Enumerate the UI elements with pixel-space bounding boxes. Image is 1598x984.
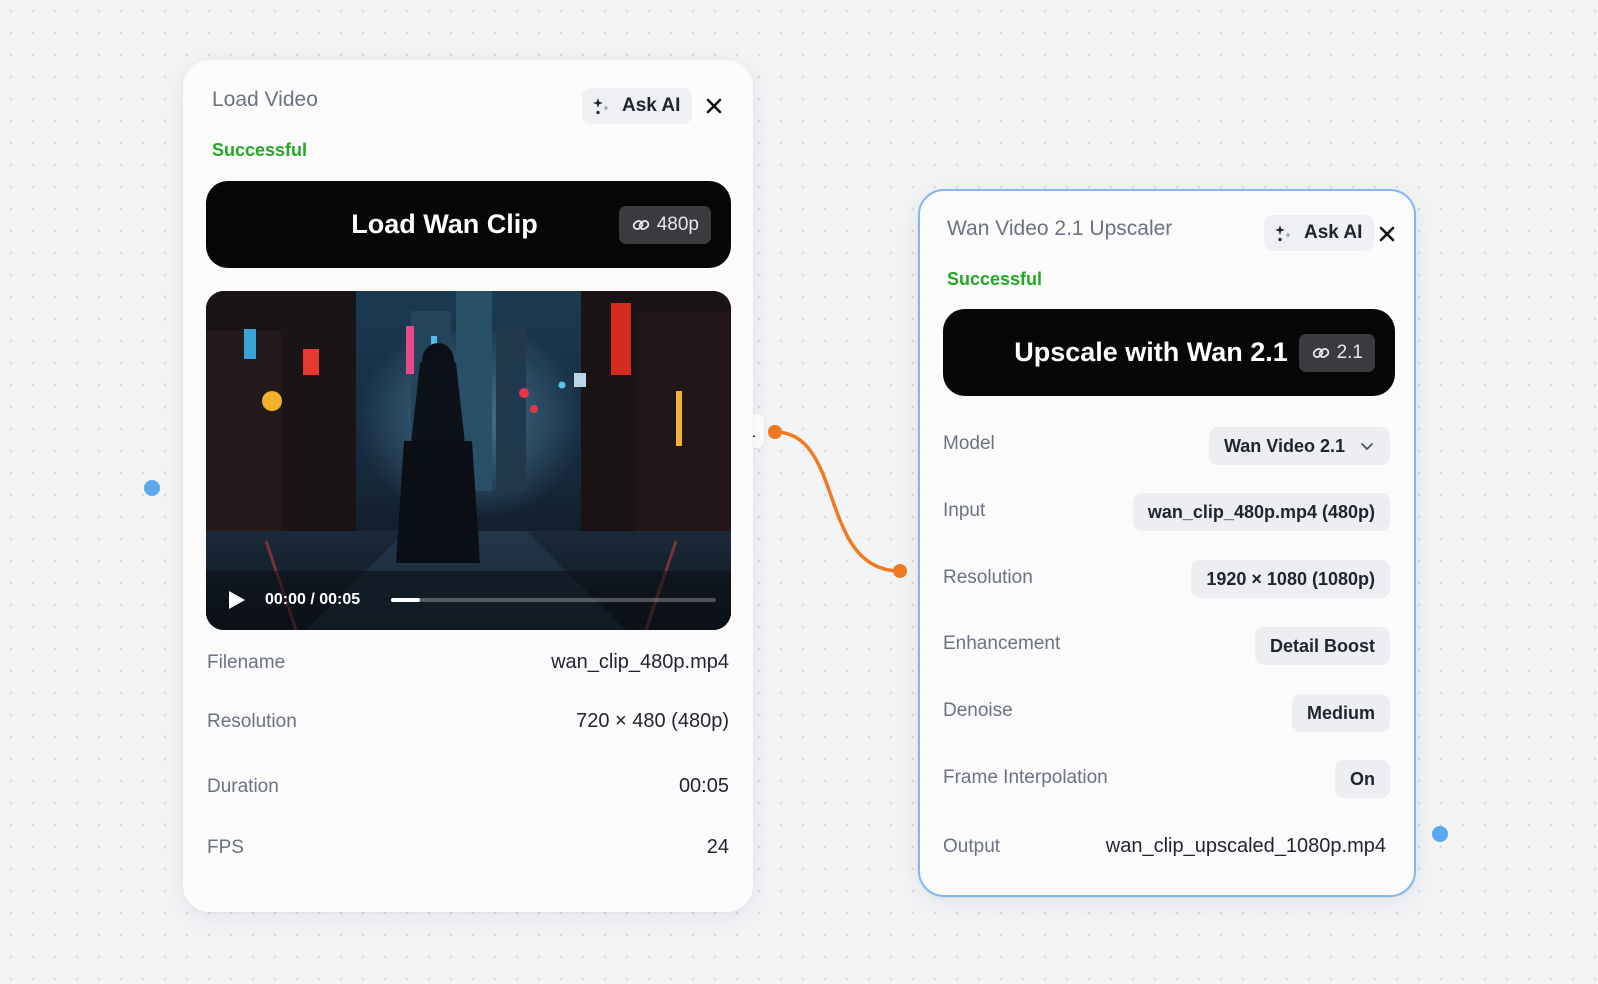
- frame-interpolation-label: Frame Interpolation: [943, 767, 1108, 788]
- link-icon: [632, 220, 649, 230]
- close-icon[interactable]: [703, 95, 725, 117]
- load-video-node[interactable]: Load Video Ask AI Successful Load Wan Cl…: [183, 60, 753, 912]
- resolution-chip: 480p: [618, 206, 711, 244]
- ask-ai-button[interactable]: Ask AI: [582, 88, 693, 124]
- load-wan-clip-button[interactable]: Load Wan Clip 480p: [206, 181, 731, 268]
- duration-value: 00:05: [678, 775, 729, 797]
- enhancement-label: Enhancement: [943, 633, 1061, 654]
- duration-label: Duration: [207, 776, 279, 797]
- input-label: Input: [943, 500, 986, 521]
- frame-interpolation-field[interactable]: On: [1335, 760, 1390, 798]
- denoise-label: Denoise: [943, 700, 1013, 721]
- status-label: Successful: [212, 140, 308, 160]
- close-icon[interactable]: [1376, 223, 1398, 245]
- load-node-input-port[interactable]: [144, 480, 160, 496]
- video-frame-street-scene: [206, 291, 731, 630]
- fps-label: FPS: [207, 837, 244, 858]
- link-icon: [1312, 348, 1329, 358]
- fps-value: 24: [706, 836, 729, 858]
- node-title: Load Video: [212, 88, 318, 111]
- ask-ai-label: Ask AI: [622, 95, 681, 116]
- action-label: Upscale with Wan 2.1: [1014, 337, 1288, 367]
- sparkle-icon: [593, 98, 609, 115]
- resolution-label: Resolution: [207, 711, 297, 732]
- play-icon[interactable]: [224, 588, 248, 612]
- chevron-down-icon: [1361, 443, 1373, 451]
- resolution-value: 720 × 480 (480p): [576, 710, 729, 732]
- progress-fill: [391, 598, 421, 602]
- action-label: Load Wan Clip: [351, 209, 538, 239]
- filename-value: wan_clip_480p.mp4: [551, 651, 729, 673]
- sparkle-icon: [1275, 225, 1291, 242]
- model-select[interactable]: Wan Video 2.1: [1208, 427, 1390, 465]
- output-label: Output: [943, 836, 1001, 857]
- upscale-button[interactable]: Upscale with Wan 2.1 2.1: [943, 309, 1395, 396]
- model-label: Model: [943, 433, 995, 454]
- output-value: wan_clip_upscaled_1080p.mp4: [1105, 835, 1386, 857]
- resolution-field[interactable]: 1920 × 1080 (1080p): [1191, 560, 1390, 598]
- progress-bar[interactable]: [391, 598, 716, 602]
- status-label: Successful: [947, 269, 1043, 289]
- input-field[interactable]: wan_clip_480p.mp4 (480p): [1132, 493, 1390, 531]
- enhancement-field[interactable]: Detail Boost: [1254, 627, 1390, 665]
- video-player[interactable]: 00:00 / 00:05: [206, 291, 731, 630]
- ask-ai-label: Ask AI: [1304, 222, 1363, 243]
- node-title: Wan Video 2.1 Upscaler: [947, 217, 1173, 240]
- filename-label: Filename: [207, 652, 286, 673]
- timecode: 00:00 / 00:05: [265, 591, 361, 608]
- output-port-1[interactable]: [768, 425, 782, 439]
- denoise-field[interactable]: Medium: [1291, 694, 1390, 732]
- upscaler-node[interactable]: Wan Video 2.1 Upscaler Ask AI Successful…: [918, 189, 1416, 897]
- version-chip: 2.1: [1298, 334, 1375, 372]
- resolution-label: Resolution: [943, 567, 1033, 588]
- upscaler-output-port[interactable]: [1432, 826, 1448, 842]
- input-port[interactable]: [893, 564, 907, 578]
- ask-ai-button[interactable]: Ask AI: [1264, 215, 1375, 251]
